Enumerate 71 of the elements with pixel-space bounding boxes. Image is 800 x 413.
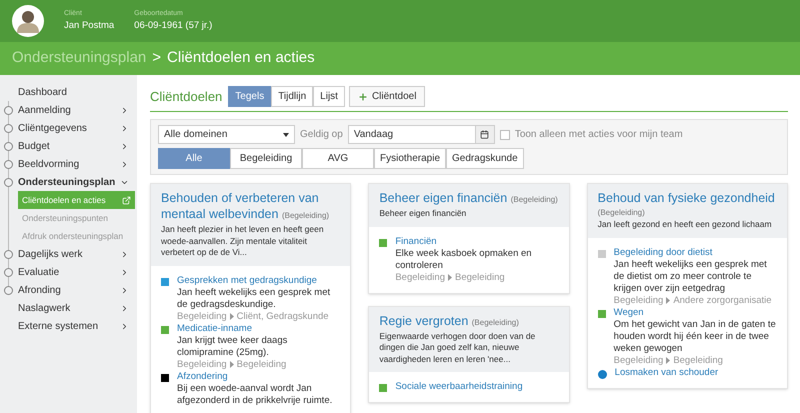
triangle-right-icon [230, 361, 234, 368]
action-link[interactable]: Sociale weerbaarheidstraining [395, 381, 523, 393]
person-silhouette-icon [17, 9, 39, 33]
birthdate-value: 06-09-1961 (57 jr.) [134, 18, 212, 33]
action-description: Bij een woede-aanval wordt Jan afgezonderd in de prikkelvrije ruimte. [177, 382, 334, 406]
goal-description: Jan heeft plezier in het leven en heeft geen woede-aanvallen. Zijn mentale vitaliteit verbetert op de de Vi... [161, 224, 325, 258]
sidebar-item[interactable]: Evaluatie [0, 263, 137, 281]
goal-title[interactable]: Behoud van fysieke gezondheid [598, 190, 777, 206]
client-name: Jan Postma [64, 18, 114, 33]
sidebar-item[interactable]: Naslagwerk [0, 299, 137, 317]
goal-description: Beheer eigen financiën [379, 208, 468, 220]
sidebar-item[interactable]: Dashboard [0, 83, 137, 101]
action-from: Begeleiding [395, 272, 445, 284]
goal-description: Eigenwaarde verhogen door doen van de dingen die Jan goed zelf kan, nieuwe vaardigheden leren en leren 'nee... [379, 330, 536, 365]
sidebar-item[interactable]: Ondersteuningsplan [0, 173, 137, 191]
sidebar-item[interactable]: Dagelijks werk [0, 245, 137, 263]
team-checkbox-label: Toon alleen met acties voor mijn team [514, 128, 683, 142]
domain-select[interactable]: Alle domeinen [158, 125, 295, 144]
triangle-right-icon [448, 274, 452, 281]
sidebar-item[interactable]: Afronding [0, 281, 137, 299]
external-link-icon [122, 196, 131, 204]
goal-title[interactable]: Regie vergroten (Begeleiding) [379, 312, 559, 330]
caret-down-icon [283, 132, 289, 136]
page-title: Cliëntdoelen en acties [167, 48, 315, 68]
action-to: Begeleiding [236, 358, 286, 370]
calendar-icon [480, 130, 490, 139]
domain-tab[interactable]: Gedragskunde [446, 148, 524, 169]
team-checkbox[interactable] [500, 130, 510, 140]
action-to: Begeleiding [454, 272, 505, 284]
action-from: Begeleiding [177, 358, 227, 370]
valid-on-label: Geldig op [300, 128, 343, 142]
action-link[interactable]: Afzondering [177, 370, 340, 382]
sidebar-item[interactable]: Externe systemen [0, 317, 137, 335]
breadcrumb-separator: > [152, 48, 162, 68]
action-link[interactable]: Gesprekken met gedragskundige [177, 274, 340, 286]
action-from: Begeleiding [614, 354, 664, 366]
action-to: Cliënt, Gedragskunde [236, 310, 329, 322]
sidebar-item[interactable]: Beeldvorming [0, 155, 137, 173]
action-to: Begeleiding [673, 354, 723, 366]
sidebar-item[interactable]: Aanmelding [0, 101, 137, 119]
action-link[interactable]: Financiën [395, 236, 559, 248]
action-description: Jan krijgt twee keer daags clomipramine (25mg). [177, 334, 288, 358]
section-title: Cliëntdoelen [150, 88, 222, 106]
action-description: Jan heeft wekelijks een gesprek met de gedragsdeskundige. [177, 286, 332, 310]
triangle-right-icon [666, 357, 670, 364]
action-link[interactable]: Medicatie-inname [177, 322, 340, 334]
domain-tab[interactable]: Fysiotherapie [374, 148, 446, 169]
sidebar-item[interactable]: Cliëntgegevens [0, 119, 137, 137]
action-from: Begeleiding [614, 294, 664, 306]
goal-title[interactable]: Beheer eigen financiën (Begeleiding) [379, 190, 559, 208]
action-link[interactable]: Begeleiding door dietist [614, 246, 777, 258]
action-link[interactable]: Losmaken van schouder [614, 366, 718, 378]
view-tab[interactable]: Tijdlijn [271, 86, 314, 107]
action-description: Jan heeft wekelijks een gesprek met de dietist om zo meer controle te krijgen over zijn eetgedrag [614, 258, 768, 294]
goal-domain: (Begeleiding) [598, 207, 646, 219]
view-tab[interactable]: Lijst [313, 86, 345, 107]
action-description: Elke week kasboek opmaken en controleren [395, 248, 533, 272]
triangle-right-icon [666, 297, 670, 304]
action-to: Andere zorgorganisatie [673, 294, 772, 306]
domain-tab[interactable]: AVG [302, 148, 374, 169]
goal-description: Jan leeft gezond en heeft een gezond lichaam [598, 219, 773, 230]
plus-icon [358, 92, 368, 102]
action-link[interactable]: Wegen [614, 306, 777, 318]
action-description: Om het gewicht van Jan in de gaten te houden wordt hij één keer in de twee weken gewogen [614, 318, 777, 354]
goal-title[interactable]: Behouden of verbeteren van mentaal welbevinden (Begeleiding) [161, 190, 340, 224]
domain-tab[interactable]: Begeleiding [230, 148, 302, 169]
action-from: Begeleiding [177, 310, 227, 322]
date-field[interactable]: Vandaag [348, 125, 495, 144]
triangle-right-icon [230, 313, 234, 320]
add-goal-button[interactable]: Cliëntdoel [348, 86, 426, 107]
sidebar-item[interactable]: Budget [0, 137, 137, 155]
